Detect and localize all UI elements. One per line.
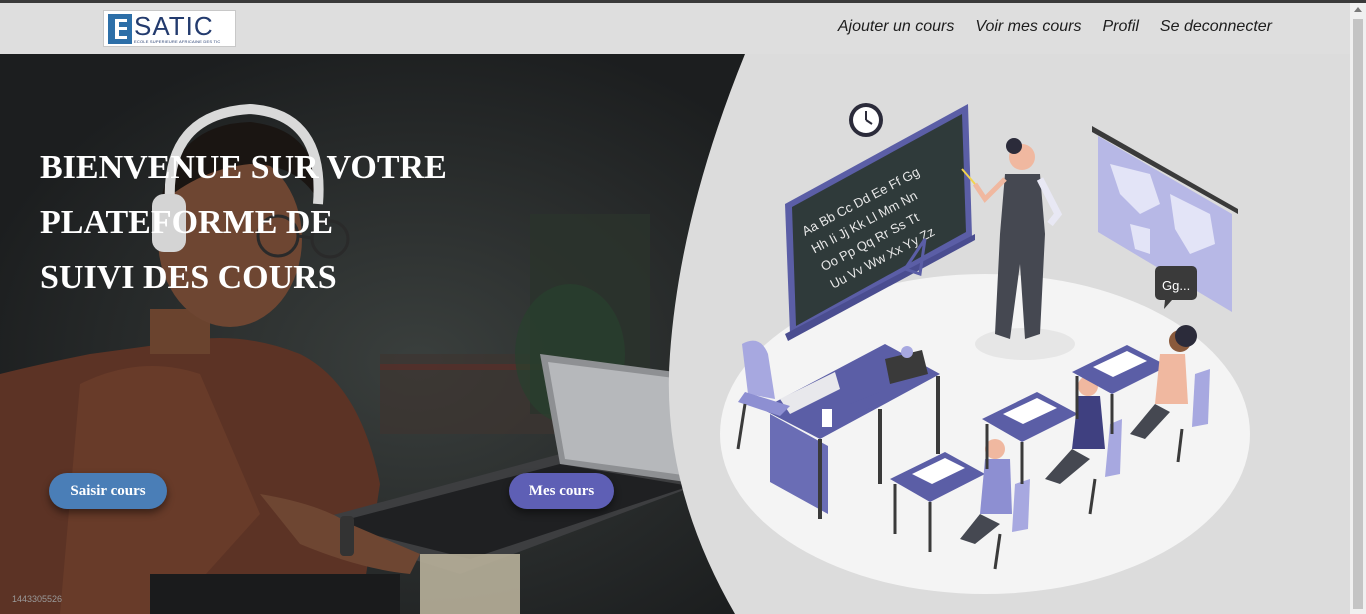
nav-link-profil[interactable]: Profil	[1102, 18, 1138, 36]
nav-links: Ajouter un cours Voir mes cours Profil S…	[838, 18, 1272, 36]
mes-cours-button[interactable]: Mes cours	[509, 473, 614, 509]
scrollbar-thumb[interactable]	[1353, 19, 1363, 609]
hero-section: Aa Bb Cc Dd Ee Ff Gg Hh Ii Jj Kk Ll Mm N…	[0, 54, 1350, 614]
hero-title-line-2: PLATEFORME DE	[40, 204, 334, 241]
logo-subtitle: ECOLE SUPERIEURE AFRICAINE DES TIC	[134, 39, 221, 44]
navbar: SATIC ECOLE SUPERIEURE AFRICAINE DES TIC…	[0, 3, 1350, 54]
hero-title-line-3: SUIVI DES COURS	[40, 259, 337, 296]
saisir-cours-button[interactable]: Saisir cours	[49, 473, 167, 509]
clock-icon	[849, 103, 883, 137]
vertical-scrollbar[interactable]	[1350, 3, 1366, 614]
hero-illustration-panel: Aa Bb Cc Dd Ee Ff Gg Hh Ii Jj Kk Ll Mm N…	[0, 54, 1350, 614]
speech-bubble-text: Gg...	[1162, 278, 1190, 293]
hero-title-line-1: BIENVENUE SUR VOTRE	[40, 149, 447, 186]
hero-title: BIENVENUE SUR VOTRE PLATEFORME DE SUIVI …	[40, 140, 500, 305]
nav-link-voir-cours[interactable]: Voir mes cours	[975, 18, 1081, 36]
esatic-logo[interactable]: SATIC ECOLE SUPERIEURE AFRICAINE DES TIC	[103, 10, 236, 47]
nav-link-ajouter-cours[interactable]: Ajouter un cours	[838, 18, 955, 36]
logo-wordmark: SATIC	[134, 11, 214, 41]
logo-e-mark	[108, 14, 132, 44]
classroom-illustration: Aa Bb Cc Dd Ee Ff Gg Hh Ii Jj Kk Ll Mm N…	[668, 54, 1350, 614]
scroll-up-arrow-icon[interactable]	[1354, 7, 1362, 12]
photo-watermark: 1443305526	[12, 594, 63, 604]
nav-link-deconnecter[interactable]: Se deconnecter	[1160, 18, 1272, 36]
